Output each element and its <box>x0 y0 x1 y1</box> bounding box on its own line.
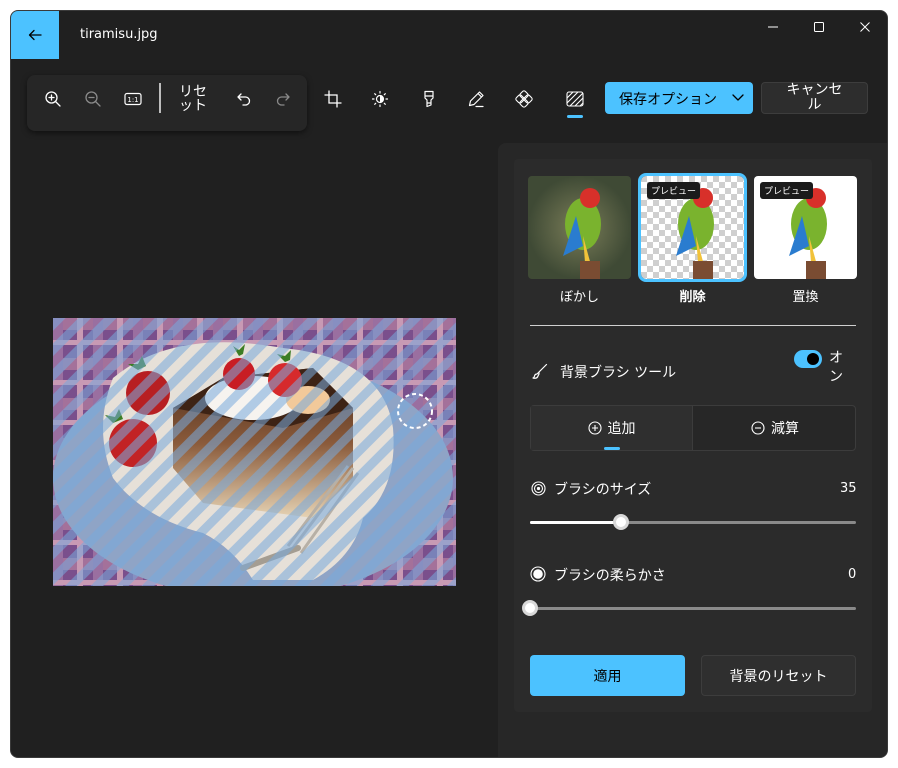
brush-size-value: 35 <box>840 481 857 496</box>
cancel-button[interactable]: キャンセル <box>761 82 868 114</box>
undo-button[interactable] <box>230 85 258 113</box>
brush-tool-label: 背景ブラシ ツール <box>560 365 677 381</box>
adjust-button[interactable] <box>366 85 394 113</box>
toolbar-separator <box>159 83 161 113</box>
blur-option-thumbnail[interactable] <box>528 176 631 279</box>
blur-option-label: ぼかし <box>559 290 599 305</box>
crop-button[interactable] <box>319 85 347 113</box>
brightness-icon <box>371 90 389 108</box>
add-mode-button[interactable]: 追加 <box>531 406 693 450</box>
replace-option-thumbnail[interactable]: プレビュー <box>754 176 857 279</box>
apply-button[interactable]: 適用 <box>530 655 685 696</box>
markup-button[interactable] <box>462 85 490 113</box>
panel-divider <box>530 325 856 326</box>
back-button[interactable] <box>11 11 59 59</box>
erase-button[interactable] <box>510 85 538 113</box>
minimize-icon <box>768 26 778 28</box>
remove-option-thumbnail[interactable]: プレビュー <box>638 173 747 282</box>
reset-background-button[interactable]: 背景のリセット <box>701 655 856 696</box>
svg-text:1:1: 1:1 <box>127 96 138 104</box>
brush-size-icon <box>531 481 546 496</box>
brush-mode-segmented-control: 追加 減算 <box>530 405 856 451</box>
brush-softness-slider-thumb[interactable] <box>522 600 538 616</box>
close-icon <box>860 22 870 32</box>
brush-softness-icon <box>530 566 546 582</box>
pen-icon <box>468 91 484 108</box>
tiramisu-photo <box>53 318 456 586</box>
zoom-in-icon <box>45 91 61 107</box>
add-mode-indicator <box>604 447 620 450</box>
brush-softness-label: ブラシの柔らかさ <box>554 568 666 584</box>
zoom-out-icon <box>85 91 101 107</box>
parrot-blur-image <box>528 176 631 279</box>
photo-canvas[interactable] <box>53 318 456 586</box>
title-bar: tiramisu.jpg <box>11 11 887 59</box>
preview-badge: プレビュー <box>647 182 701 199</box>
brush-icon <box>532 363 548 379</box>
zoom-toolbar-group <box>27 75 307 131</box>
add-mode-label: 追加 <box>607 421 636 437</box>
background-button[interactable] <box>561 85 589 113</box>
subtract-mode-label: 減算 <box>771 421 799 437</box>
subtract-mode-button[interactable]: 減算 <box>694 406 856 450</box>
save-options-button[interactable]: 保存オプション <box>605 82 753 114</box>
minus-circle-icon <box>751 421 765 435</box>
zoom-in-button[interactable] <box>39 85 67 113</box>
crop-icon <box>324 90 342 108</box>
active-tool-indicator <box>567 115 583 118</box>
maximize-button[interactable] <box>796 11 842 43</box>
close-button[interactable] <box>842 11 887 43</box>
redo-button[interactable] <box>269 85 297 113</box>
brush-size-label: ブラシのサイズ <box>554 482 652 498</box>
chevron-down-icon <box>732 94 744 101</box>
highlighter-icon <box>424 90 434 108</box>
brush-softness-slider-track[interactable] <box>530 607 856 610</box>
eraser-icon <box>515 90 533 108</box>
remove-option-label: 削除 <box>679 290 706 305</box>
replace-option-label: 置換 <box>792 290 819 305</box>
photos-app-window: tiramisu.jpg 1:1 リセット 保存オプション キャンセル プレビュ… <box>10 10 888 758</box>
arrow-left-icon <box>28 29 42 41</box>
zoom-out-button[interactable] <box>79 85 107 113</box>
save-options-label: 保存オプション <box>619 92 717 108</box>
maximize-icon <box>814 22 824 32</box>
redo-icon <box>276 93 290 106</box>
retouch-button[interactable] <box>415 85 443 113</box>
reset-button[interactable]: リセット <box>176 81 210 117</box>
toggle-state-label: オン <box>829 350 843 385</box>
background-stripes-icon <box>566 91 584 107</box>
actual-size-icon: 1:1 <box>124 92 142 106</box>
brush-softness-value: 0 <box>848 567 857 582</box>
minimize-button[interactable] <box>750 11 796 43</box>
window-title: tiramisu.jpg <box>80 27 158 42</box>
actual-size-button[interactable]: 1:1 <box>119 85 147 113</box>
brush-tool-toggle[interactable] <box>794 350 822 368</box>
reset-label: リセット <box>179 84 207 114</box>
undo-icon <box>237 93 251 106</box>
plus-circle-icon <box>587 421 602 435</box>
brush-size-slider-fill <box>530 521 622 524</box>
preview-badge: プレビュー <box>760 182 814 199</box>
